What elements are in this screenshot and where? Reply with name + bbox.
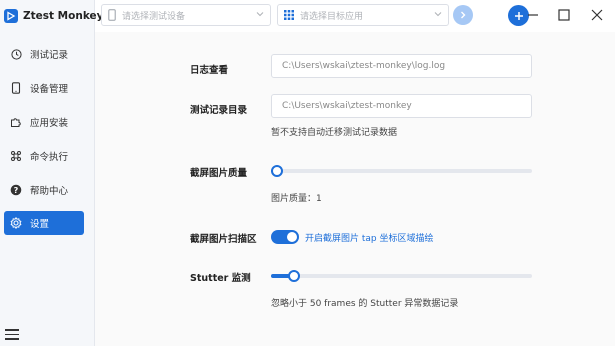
- help-icon: ?: [10, 184, 22, 196]
- close-button[interactable]: [589, 7, 605, 23]
- sidebar-item-label: 帮助中心: [30, 186, 69, 197]
- settings-panel: 日志查看 C:\Users\wskai\ztest-monkey\log.log…: [95, 32, 615, 346]
- maximize-icon: [558, 9, 570, 21]
- record-dir-field[interactable]: C:\Users\wskai\ztest-monkey: [271, 94, 532, 118]
- sidebar-item-app-install[interactable]: 应用安装: [4, 110, 84, 134]
- screenshot-scan-toggle-text: 开启截屏图片 tap 坐标区域描绘: [305, 234, 434, 244]
- command-icon: [10, 150, 22, 162]
- screenshot-scan-toggle[interactable]: [271, 230, 299, 244]
- toggle-knob: [287, 232, 297, 242]
- slider-thumb[interactable]: [271, 165, 283, 177]
- svg-text:?: ?: [14, 186, 19, 195]
- puzzle-icon: [10, 116, 22, 128]
- sidebar-item-label: 测试记录: [30, 50, 69, 61]
- grid-icon: [284, 10, 294, 20]
- screenshot-quality-slider[interactable]: [271, 165, 532, 177]
- phone-icon: [10, 82, 22, 94]
- screenshot-quality-hint: 图片质量：1: [271, 194, 322, 204]
- app-select[interactable]: 请选择目标应用: [277, 4, 449, 26]
- screenshot-quality-label: 截屏图片质量: [190, 168, 248, 179]
- sidebar-item-command-exec[interactable]: 命令执行: [4, 144, 84, 168]
- go-button[interactable]: [453, 5, 473, 25]
- menu-icon[interactable]: [5, 329, 19, 340]
- sidebar-item-settings[interactable]: 设置: [4, 211, 84, 235]
- minimize-icon: [528, 14, 538, 16]
- topbar: 请选择测试设备 请选择目标应用: [95, 0, 615, 32]
- sidebar-item-device-management[interactable]: 设备管理: [4, 76, 84, 100]
- log-path-field[interactable]: C:\Users\wskai\ztest-monkey\log.log: [271, 54, 532, 78]
- app-logo-icon: [4, 9, 18, 23]
- sidebar-item-label: 应用安装: [30, 118, 69, 129]
- record-dir-label: 测试记录目录: [190, 105, 248, 116]
- chevron-down-icon: [255, 9, 265, 22]
- sidebar: Ztest Monkey 测试记录 设备管理 应用安装 命令执行 ? 帮助中心: [0, 0, 103, 346]
- app-select-placeholder: 请选择目标应用: [300, 11, 364, 22]
- device-select-placeholder: 请选择测试设备: [122, 11, 186, 22]
- clock-icon: [10, 48, 22, 60]
- plus-icon: [514, 11, 523, 20]
- stutter-hint: 忽略小于 50 frames 的 Stutter 异常数据记录: [271, 299, 459, 309]
- chevron-down-icon: [433, 9, 443, 22]
- device-select[interactable]: 请选择测试设备: [101, 4, 271, 26]
- minimize-button[interactable]: [525, 7, 541, 23]
- slider-thumb[interactable]: [288, 270, 300, 282]
- sidebar-item-help-center[interactable]: ? 帮助中心: [4, 178, 84, 202]
- sidebar-item-label: 设置: [30, 219, 50, 230]
- phone-icon: [108, 9, 116, 21]
- sidebar-item-label: 设备管理: [30, 84, 69, 95]
- gear-icon: [10, 217, 22, 229]
- record-dir-note: 暂不支持自动迁移测试记录数据: [271, 128, 398, 138]
- sidebar-item-label: 命令执行: [30, 152, 69, 163]
- sidebar-item-test-records[interactable]: 测试记录: [4, 42, 84, 66]
- brand: Ztest Monkey: [4, 6, 103, 26]
- maximize-button[interactable]: [556, 7, 572, 23]
- stutter-slider[interactable]: [271, 270, 532, 282]
- chevron-right-icon: [461, 11, 466, 19]
- close-icon: [591, 9, 603, 21]
- stutter-label: Stutter 监测: [190, 273, 251, 284]
- screenshot-scan-label: 截屏图片扫描区: [190, 234, 257, 245]
- app-title: Ztest Monkey: [23, 10, 104, 22]
- log-view-label: 日志查看: [190, 65, 229, 76]
